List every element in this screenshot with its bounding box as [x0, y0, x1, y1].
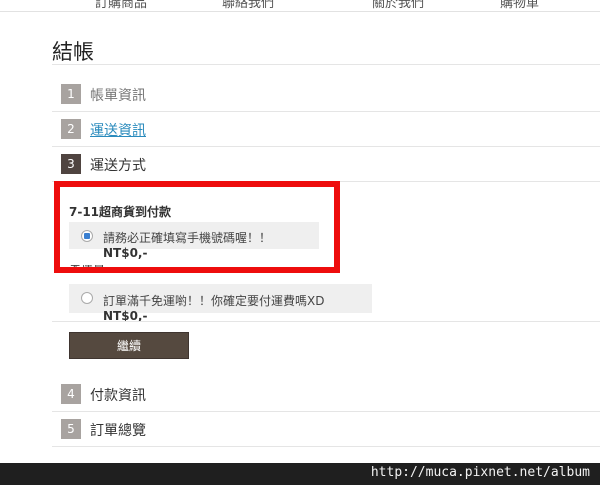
top-nav-item[interactable]: 購物車 [500, 0, 539, 11]
step-number: 1 [61, 84, 81, 104]
step-billing[interactable]: 1 帳單資訊 [52, 77, 600, 112]
divider [52, 64, 600, 65]
option-text: 訂單滿千免運喲！！你確定要付運費嗎XD [103, 294, 325, 308]
shipping-option-free[interactable]: 訂單滿千免運喲！！你確定要付運費嗎XD NT$0,- [69, 284, 372, 323]
radio-unselected[interactable] [81, 292, 93, 304]
step-label-link[interactable]: 運送資訊 [90, 120, 146, 140]
step-payment: 4 付款資訊 [52, 377, 600, 412]
step-shipping-method: 3 運送方式 [52, 147, 600, 182]
step-number: 4 [61, 384, 81, 404]
top-nav-item[interactable]: 訂購商品 [95, 0, 147, 11]
annotation-highlight-box [54, 181, 340, 273]
step-label: 訂單總覽 [90, 423, 146, 439]
step-number: 5 [61, 419, 81, 439]
step-label: 付款資訊 [90, 388, 146, 404]
watermark-url: http://muca.pixnet.net/album [370, 465, 590, 480]
top-nav-item[interactable]: 聯絡我們 [222, 0, 274, 11]
footer-bar: http://muca.pixnet.net/album [0, 463, 600, 485]
page-title: 結帳 [52, 40, 94, 64]
step-number: 2 [61, 119, 81, 139]
step-shipping-info[interactable]: 2 運送資訊 [52, 112, 600, 147]
top-nav-item[interactable]: 關於我們 [372, 0, 424, 11]
step-label: 運送方式 [90, 158, 146, 174]
top-nav: 訂購商品 聯絡我們 關於我們 購物車 [0, 0, 600, 12]
step-label: 帳單資訊 [90, 88, 146, 104]
step-number: 3 [61, 154, 81, 174]
divider [52, 321, 600, 322]
step-order-summary: 5 訂單總覽 [52, 412, 600, 447]
continue-button[interactable]: 繼續 [69, 332, 189, 359]
